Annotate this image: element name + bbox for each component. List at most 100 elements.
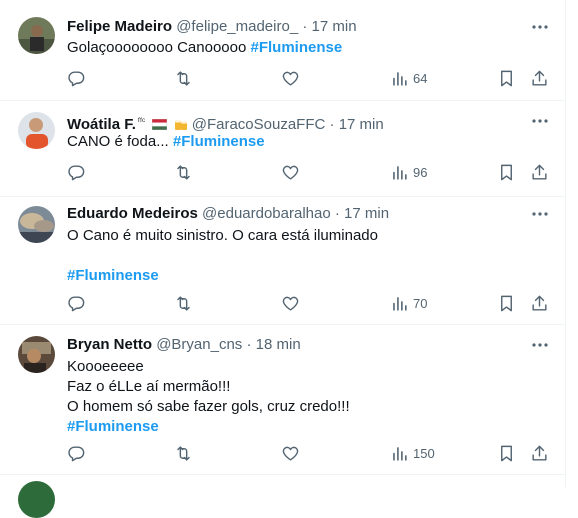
timestamp[interactable]: 17 min bbox=[312, 18, 357, 35]
views-icon bbox=[393, 296, 407, 311]
tweet-text-line: Faz o éLLe aí mermão!!! bbox=[67, 378, 231, 395]
tweet-text: Koooeeeee Faz o éLLe aí mermão!!! O home… bbox=[67, 357, 350, 437]
tweet-card[interactable]: Woátila F. ᶠᶠᶜ @FaracoSouzaFFC · 17 min C… bbox=[0, 100, 565, 197]
reply-button[interactable] bbox=[67, 160, 86, 184]
author-handle[interactable]: @Bryan_cns bbox=[156, 336, 242, 353]
like-icon bbox=[282, 446, 299, 461]
action-bar: 70 bbox=[0, 291, 565, 315]
retweet-icon bbox=[177, 295, 190, 311]
tweet-header: Felipe Madeiro @felipe_madeiro_ · 17 min bbox=[67, 17, 357, 37]
like-icon bbox=[282, 296, 299, 311]
reply-icon bbox=[68, 295, 85, 311]
bookmark-icon bbox=[501, 445, 512, 461]
bookmark-button[interactable] bbox=[497, 441, 516, 465]
timestamp[interactable]: 17 min bbox=[339, 116, 384, 133]
like-button[interactable] bbox=[281, 66, 300, 90]
author-name[interactable]: Bryan Netto bbox=[67, 336, 152, 353]
tweet-text: O Cano é muito sinistro. O cara está ilu… bbox=[67, 226, 378, 286]
views-icon bbox=[393, 71, 407, 86]
action-bar: 150 bbox=[0, 441, 565, 465]
share-button[interactable] bbox=[530, 291, 549, 315]
views-button[interactable]: 150 bbox=[390, 441, 435, 465]
share-button[interactable] bbox=[530, 160, 549, 184]
author-handle[interactable]: @eduardobaralhao bbox=[202, 205, 331, 222]
views-count: 150 bbox=[413, 445, 435, 461]
avatar[interactable] bbox=[18, 336, 55, 373]
bookmark-icon bbox=[501, 164, 512, 180]
tweet-header: Eduardo Medeiros @eduardobaralhao · 17 m… bbox=[67, 204, 389, 224]
tweet-text-line: O homem só sabe fazer gols, cruz credo!!… bbox=[67, 398, 350, 415]
author-handle[interactable]: @FaracoSouzaFFC bbox=[192, 116, 326, 133]
reply-button[interactable] bbox=[67, 291, 86, 315]
timestamp[interactable]: 18 min bbox=[256, 336, 301, 353]
bookmark-button[interactable] bbox=[497, 291, 516, 315]
hashtag-link[interactable]: #Fluminense bbox=[67, 266, 378, 286]
views-icon bbox=[393, 446, 407, 461]
tweet-text: Golaçoooooooo Canooooo #Fluminense bbox=[67, 38, 342, 58]
timestamp[interactable]: 17 min bbox=[344, 205, 389, 222]
action-bar: 64 bbox=[0, 66, 565, 90]
hashtag-link[interactable]: #Fluminense bbox=[67, 417, 350, 437]
retweet-icon bbox=[177, 445, 190, 461]
tweet-text-line: O Cano é muito sinistro. O cara está ilu… bbox=[67, 227, 378, 244]
avatar[interactable] bbox=[18, 112, 55, 149]
hashtag-link[interactable]: #Fluminense bbox=[173, 133, 265, 150]
tweet-card[interactable]: Bryan Netto @Bryan_cns · 18 min Koooeeee… bbox=[0, 324, 565, 475]
share-button[interactable] bbox=[530, 66, 549, 90]
tweet-card[interactable]: Felipe Madeiro @felipe_madeiro_ · 17 min… bbox=[0, 0, 565, 101]
action-bar: 96 bbox=[0, 160, 565, 184]
like-icon bbox=[282, 165, 299, 180]
reply-icon bbox=[68, 70, 85, 86]
author-name[interactable]: Eduardo Medeiros bbox=[67, 205, 198, 222]
retweet-icon bbox=[177, 70, 190, 86]
like-button[interactable] bbox=[281, 441, 300, 465]
bookmark-button[interactable] bbox=[497, 160, 516, 184]
views-button[interactable]: 70 bbox=[390, 291, 427, 315]
more-icon[interactable] bbox=[530, 111, 550, 131]
like-icon bbox=[282, 71, 299, 86]
avatar[interactable] bbox=[18, 17, 55, 54]
column-divider bbox=[565, 0, 566, 487]
separator-dot: · bbox=[329, 116, 335, 133]
timeline-feed: Felipe Madeiro @felipe_madeiro_ · 17 min… bbox=[0, 0, 565, 518]
retweet-button[interactable] bbox=[174, 291, 193, 315]
more-icon[interactable] bbox=[530, 17, 550, 37]
avatar[interactable] bbox=[18, 206, 55, 243]
author-name[interactable]: Felipe Madeiro bbox=[67, 18, 172, 35]
tweet-text-line: CANO é foda... bbox=[67, 133, 169, 150]
separator-dot: · bbox=[334, 205, 340, 222]
views-button[interactable]: 64 bbox=[390, 66, 427, 90]
retweet-button[interactable] bbox=[174, 66, 193, 90]
tweet-card[interactable]: Eduardo Medeiros @eduardobaralhao · 17 m… bbox=[0, 196, 565, 325]
views-count: 64 bbox=[413, 70, 428, 86]
share-icon bbox=[532, 70, 547, 86]
author-name[interactable]: Woátila F. bbox=[67, 116, 136, 133]
hashtag-link[interactable]: #Fluminense bbox=[251, 39, 343, 56]
retweet-icon bbox=[177, 164, 190, 180]
beer-mugs-icon bbox=[174, 120, 187, 130]
like-button[interactable] bbox=[281, 291, 300, 315]
views-button[interactable]: 96 bbox=[390, 160, 427, 184]
separator-dot: · bbox=[246, 336, 252, 353]
tweet-header: Bryan Netto @Bryan_cns · 18 min bbox=[67, 335, 301, 355]
like-button[interactable] bbox=[281, 160, 300, 184]
reply-button[interactable] bbox=[67, 66, 86, 90]
separator-dot: · bbox=[302, 18, 308, 35]
reply-icon bbox=[68, 164, 85, 180]
bookmark-button[interactable] bbox=[497, 66, 516, 90]
tweet-text-line: Golaçoooooooo Canooooo bbox=[67, 39, 247, 56]
retweet-button[interactable] bbox=[174, 441, 193, 465]
tweet-header: Woátila F. ᶠᶠᶜ @FaracoSouzaFFC · 17 min bbox=[67, 111, 384, 133]
reply-icon bbox=[68, 445, 85, 461]
more-icon[interactable] bbox=[530, 204, 550, 224]
author-handle[interactable]: @felipe_madeiro_ bbox=[176, 18, 298, 35]
views-icon bbox=[393, 165, 407, 180]
bookmark-icon bbox=[501, 70, 512, 86]
bookmark-icon bbox=[501, 295, 512, 311]
share-button[interactable] bbox=[530, 441, 549, 465]
reply-button[interactable] bbox=[67, 441, 86, 465]
views-count: 96 bbox=[413, 164, 428, 180]
more-icon[interactable] bbox=[530, 335, 550, 355]
retweet-button[interactable] bbox=[174, 160, 193, 184]
